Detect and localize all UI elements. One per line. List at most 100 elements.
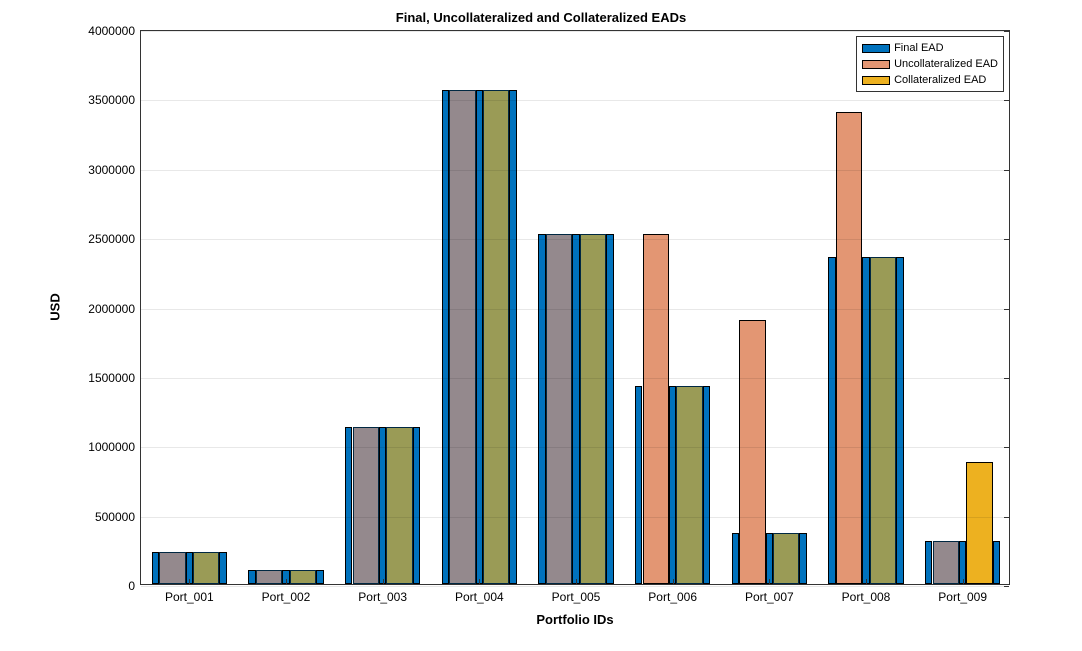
y-tick-label: 2500000 [88,232,135,246]
bars-layer [141,31,1009,584]
bar-final [606,234,614,584]
y-tick-label: 4000000 [88,24,135,38]
bar-final [732,533,740,584]
bar-final [993,541,1001,584]
bar-final [959,541,967,584]
y-tick-mark [1004,586,1009,587]
chart-title: Final, Uncollateralized and Collateraliz… [0,10,1082,25]
bar-collateralized [966,462,992,584]
legend-swatch-icon [862,76,890,85]
x-tick-label: Port_005 [552,590,601,604]
bar-overlay [580,234,606,584]
bar-final [766,533,774,584]
y-tick-mark [1004,309,1009,310]
bar-final [925,541,933,584]
bar-final [538,234,546,584]
bar-overlay [386,427,412,584]
y-tick-mark [1004,100,1009,101]
bar-final [413,427,421,584]
gridline [141,517,1009,518]
bar-final [152,552,160,584]
x-tick-label: Port_008 [842,590,891,604]
x-tick-mark [673,579,674,584]
bar-final [862,257,870,584]
y-tick-label: 3000000 [88,163,135,177]
bar-final [219,552,227,584]
bar-final [345,427,353,584]
x-tick-mark [383,579,384,584]
bar-overlay [483,90,509,584]
bar-final [703,386,711,584]
legend-label: Final EAD [894,40,944,56]
legend-label: Uncollateralized EAD [894,56,998,72]
bar-final [248,570,256,584]
x-tick-label: Port_002 [262,590,311,604]
bar-overlay [676,386,702,584]
x-tick-label: Port_003 [358,590,407,604]
bar-final [442,90,450,584]
bar-final [799,533,807,584]
legend-item-uncollateralized: Uncollateralized EAD [862,56,998,72]
bar-overlay [290,570,316,584]
bar-final [379,427,387,584]
y-tick-mark [1004,378,1009,379]
bar-overlay [933,541,959,584]
bar-uncollateralized [836,112,862,584]
x-tick-mark [189,579,190,584]
legend-item-collateralized: Collateralized EAD [862,72,998,88]
x-axis-label: Portfolio IDs [536,612,613,627]
x-tick-label: Port_007 [745,590,794,604]
x-tick-mark [286,579,287,584]
bar-final [669,386,677,584]
y-tick-label: 500000 [95,510,135,524]
gridline [141,170,1009,171]
y-tick-mark [1004,31,1009,32]
bar-overlay [353,427,379,584]
y-tick-label: 3500000 [88,93,135,107]
y-axis-label: USD [48,293,63,320]
gridline [141,378,1009,379]
gridline [141,447,1009,448]
legend: Final EAD Uncollateralized EAD Collatera… [856,36,1004,92]
bar-overlay [256,570,282,584]
legend-swatch-icon [862,44,890,53]
bar-final [635,386,643,584]
y-tick-label: 1500000 [88,371,135,385]
bar-overlay [546,234,572,584]
x-tick-label: Port_006 [648,590,697,604]
bar-uncollateralized [739,320,765,584]
bar-overlay [159,552,185,584]
plot-area: Final EAD Uncollateralized EAD Collatera… [140,30,1010,585]
x-tick-mark [866,579,867,584]
x-tick-label: Port_009 [938,590,987,604]
gridline [141,31,1009,32]
x-tick-mark [576,579,577,584]
y-tick-mark [1004,239,1009,240]
bar-final [896,257,904,584]
bar-overlay [193,552,219,584]
gridline [141,586,1009,587]
y-tick-label: 0 [128,579,135,593]
y-tick-label: 1000000 [88,440,135,454]
x-tick-mark [479,579,480,584]
legend-item-final: Final EAD [862,40,998,56]
bar-final [476,90,484,584]
bar-final [316,570,324,584]
gridline [141,239,1009,240]
bar-final [509,90,517,584]
legend-swatch-icon [862,60,890,69]
x-tick-label: Port_001 [165,590,214,604]
y-tick-mark [1004,517,1009,518]
chart-container: Final, Uncollateralized and Collateraliz… [0,0,1082,651]
x-tick-mark [769,579,770,584]
bar-overlay [449,90,475,584]
x-tick-label: Port_004 [455,590,504,604]
legend-label: Collateralized EAD [894,72,986,88]
y-tick-label: 2000000 [88,302,135,316]
bar-final [828,257,836,584]
gridline [141,309,1009,310]
bar-overlay [870,257,896,584]
bar-uncollateralized [643,234,669,584]
y-tick-mark [1004,447,1009,448]
x-tick-mark [963,579,964,584]
